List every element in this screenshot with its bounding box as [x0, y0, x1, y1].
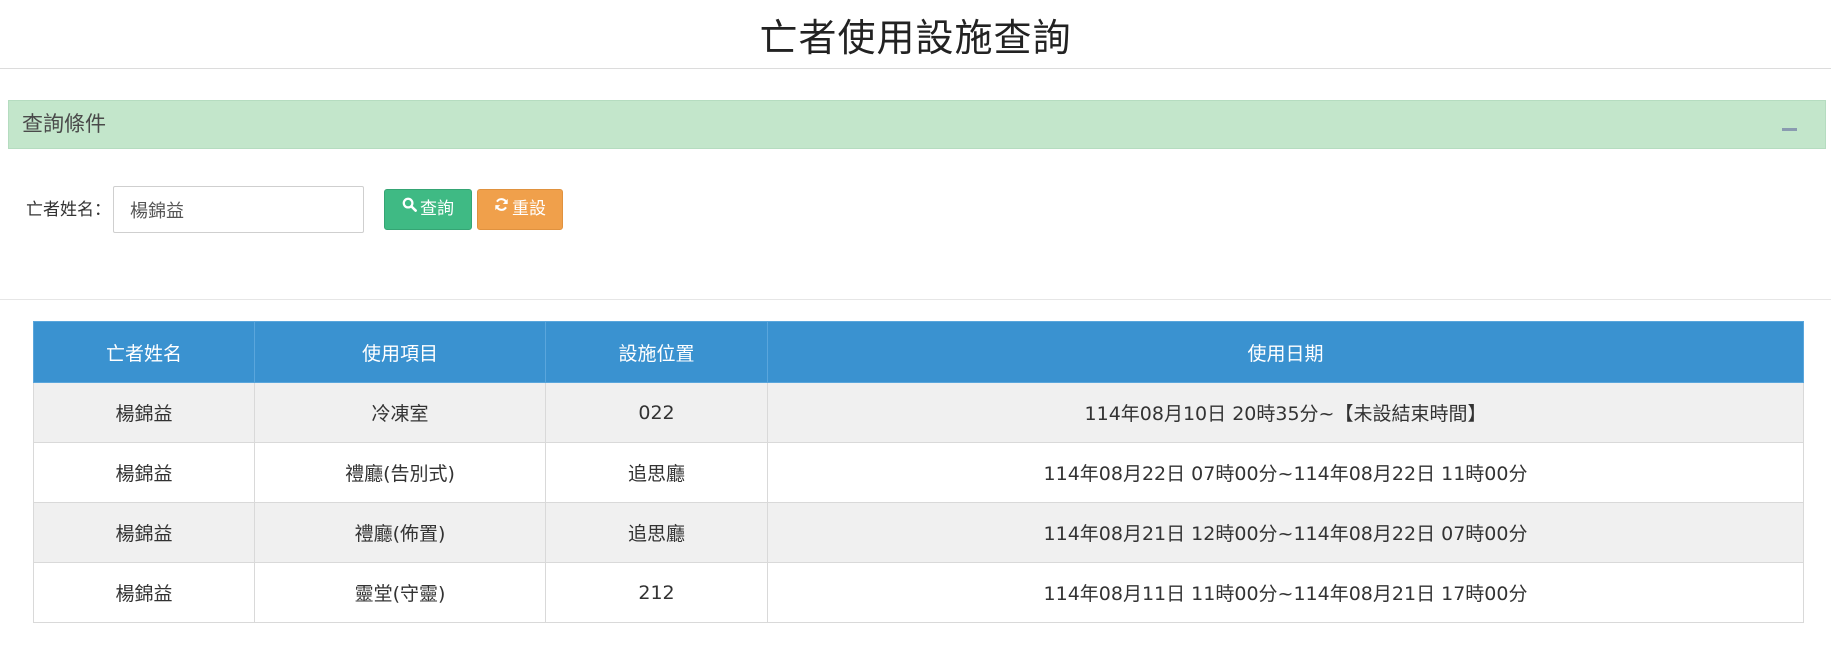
column-header-usage-date: 使用日期: [767, 321, 1804, 383]
search-button-label: 查詢: [420, 199, 454, 219]
cell-deceased-name: 楊錦益: [33, 382, 255, 443]
search-button[interactable]: 查詢: [384, 189, 472, 230]
cell-facility-location: 022: [545, 382, 768, 443]
refresh-icon: [494, 188, 509, 227]
cell-usage-item: 禮廳(告別式): [254, 442, 546, 503]
cell-facility-location: 追思廳: [545, 442, 768, 503]
column-header-facility-location: 設施位置: [545, 321, 768, 383]
minus-icon[interactable]: [1782, 128, 1797, 131]
column-header-deceased-name: 亡者姓名: [33, 321, 255, 383]
cell-usage-item: 冷凍室: [254, 382, 546, 443]
column-header-usage-item: 使用項目: [254, 321, 546, 383]
table-row: 楊錦益 禮廳(佈置) 追思廳 114年08月21日 12時00分~114年08月…: [33, 502, 1804, 563]
cell-deceased-name: 楊錦益: [33, 502, 255, 563]
cell-usage-date: 114年08月22日 07時00分~114年08月22日 11時00分: [767, 442, 1804, 503]
cell-facility-location: 212: [545, 562, 768, 623]
cell-deceased-name: 楊錦益: [33, 562, 255, 623]
cell-facility-location: 追思廳: [545, 502, 768, 563]
table-row: 楊錦益 靈堂(守靈) 212 114年08月11日 11時00分~114年08月…: [33, 562, 1804, 623]
cell-usage-date: 114年08月10日 20時35分~【未設結束時間】: [767, 382, 1804, 443]
search-icon: [402, 188, 417, 227]
cell-usage-item: 禮廳(佈置): [254, 502, 546, 563]
table-row: 楊錦益 禮廳(告別式) 追思廳 114年08月22日 07時00分~114年08…: [33, 442, 1804, 503]
deceased-name-input[interactable]: [113, 186, 364, 233]
cell-usage-item: 靈堂(守靈): [254, 562, 546, 623]
section-divider: [0, 299, 1831, 300]
page-title: 亡者使用設施查詢: [0, 0, 1831, 69]
table-row: 楊錦益 冷凍室 022 114年08月10日 20時35分~【未設結束時間】: [33, 382, 1804, 443]
cell-usage-date: 114年08月11日 11時00分~114年08月21日 17時00分: [767, 562, 1804, 623]
table-header-row: 亡者姓名 使用項目 設施位置 使用日期: [33, 321, 1804, 383]
deceased-name-label: 亡者姓名：: [26, 200, 111, 220]
facility-usage-table: 亡者姓名 使用項目 設施位置 使用日期 楊錦益 冷凍室 022 114年08月1…: [33, 321, 1804, 623]
panel-title: 查詢條件: [22, 112, 106, 136]
reset-button[interactable]: 重設: [477, 189, 563, 230]
cell-deceased-name: 楊錦益: [33, 442, 255, 503]
reset-button-label: 重設: [512, 199, 546, 219]
cell-usage-date: 114年08月21日 12時00分~114年08月22日 07時00分: [767, 502, 1804, 563]
search-conditions-panel-heading[interactable]: 查詢條件: [8, 100, 1826, 149]
